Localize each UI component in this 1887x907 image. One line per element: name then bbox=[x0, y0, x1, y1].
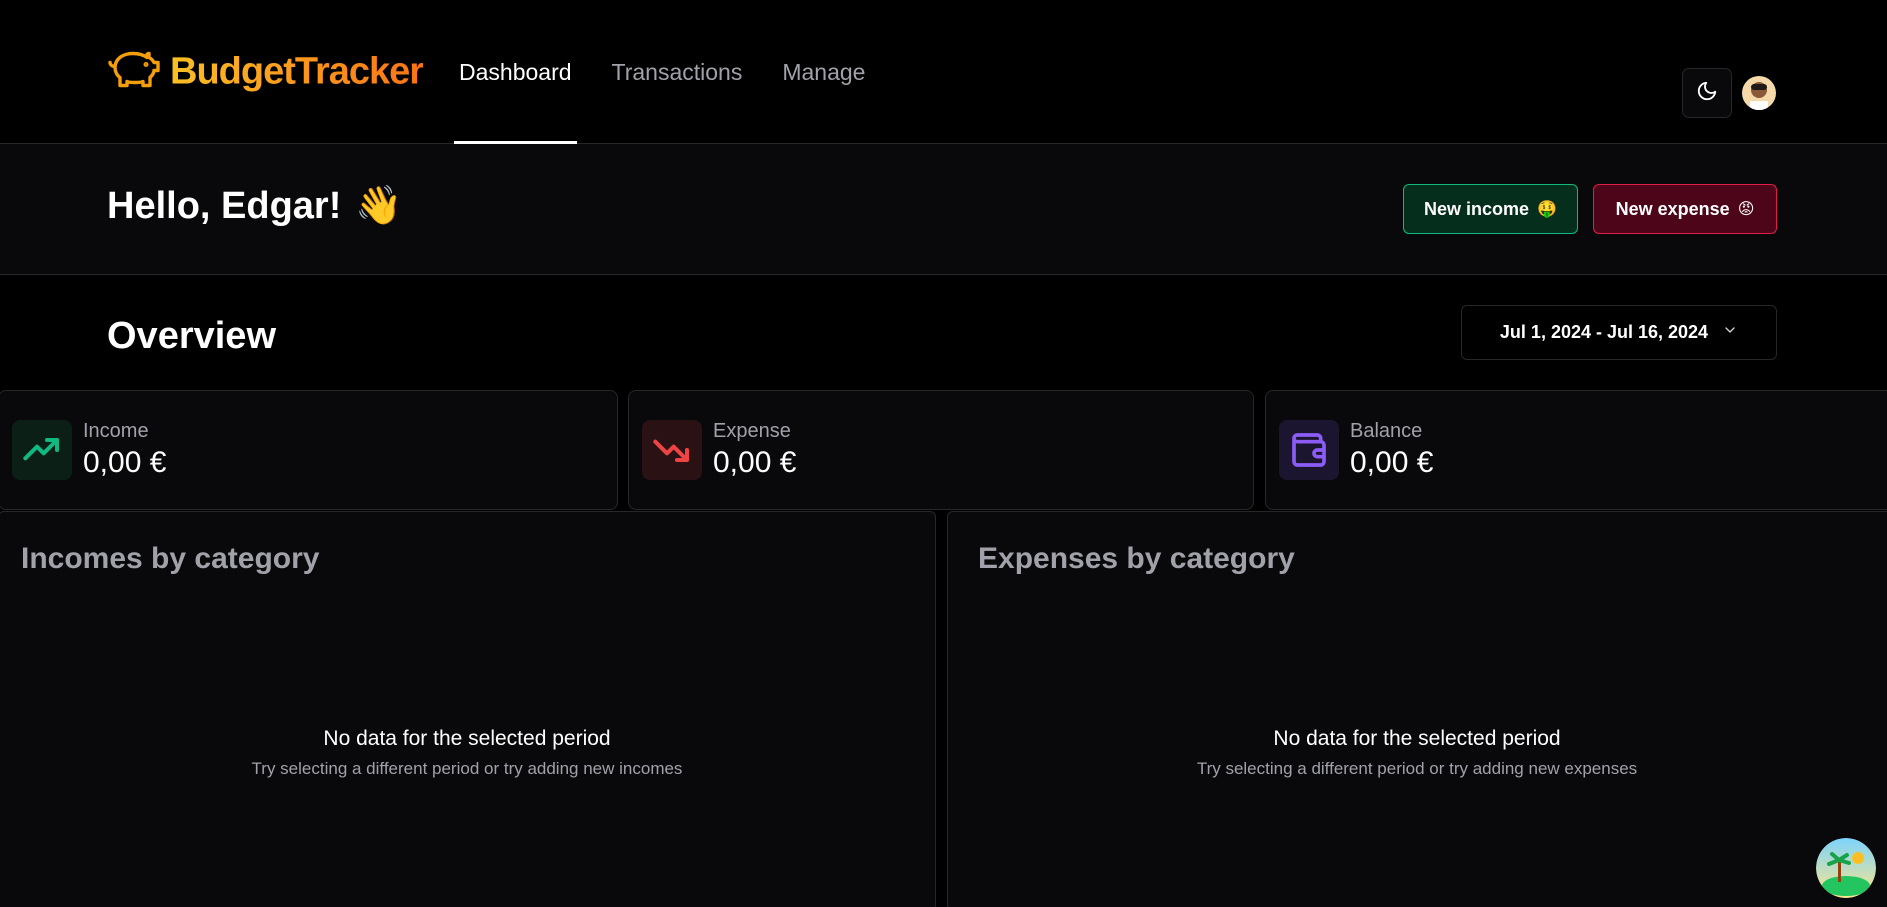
income-label: Income bbox=[83, 420, 149, 442]
greeting-bar: Hello, Edgar! 👋 New income 🤑 New expense… bbox=[0, 144, 1887, 275]
balance-stat-card: Balance 0,00 € bbox=[1265, 390, 1887, 510]
trending-up-icon bbox=[12, 420, 72, 480]
expenses-by-category-panel: Expenses by category No data for the sel… bbox=[947, 511, 1887, 907]
nav-transactions[interactable]: Transactions bbox=[607, 0, 748, 144]
money-face-emoji: 🤑 bbox=[1537, 201, 1557, 218]
navbar: BudgetTracker Dashboard Transactions Man… bbox=[0, 0, 1887, 144]
incomes-empty-subtitle: Try selecting a different period or try … bbox=[251, 759, 683, 778]
balance-value: 0,00 € bbox=[1350, 446, 1434, 479]
piggy-bank-icon bbox=[108, 48, 160, 97]
income-stat-card: Income 0,00 € bbox=[0, 390, 618, 510]
greeting: Hello, Edgar! 👋 bbox=[107, 184, 403, 228]
greeting-text: Hello, Edgar! bbox=[107, 184, 342, 227]
expenses-by-category-title: Expenses by category bbox=[978, 542, 1295, 575]
overview-title: Overview bbox=[107, 315, 276, 357]
trending-down-icon bbox=[642, 420, 702, 480]
date-range-label: Jul 1, 2024 - Jul 16, 2024 bbox=[1499, 322, 1709, 342]
incomes-empty-state: No data for the selected period Try sele… bbox=[0, 727, 935, 779]
nav-manage[interactable]: Manage bbox=[777, 0, 870, 144]
expense-value: 0,00 € bbox=[713, 446, 797, 479]
nav-dashboard[interactable]: Dashboard bbox=[454, 0, 577, 144]
new-expense-label: New expense bbox=[1615, 198, 1730, 219]
angry-face-emoji: 😡 bbox=[1737, 201, 1755, 218]
incomes-by-category-panel: Incomes by category No data for the sele… bbox=[0, 511, 936, 907]
new-expense-button[interactable]: New expense 😡 bbox=[1593, 184, 1777, 234]
new-income-label: New income bbox=[1424, 198, 1530, 219]
new-income-button[interactable]: New income 🤑 bbox=[1403, 184, 1578, 234]
theme-toggle-button[interactable] bbox=[1682, 68, 1732, 118]
expenses-empty-state: No data for the selected period Try sele… bbox=[948, 727, 1887, 779]
income-value: 0,00 € bbox=[83, 446, 167, 479]
balance-label: Balance bbox=[1350, 420, 1423, 442]
incomes-by-category-title: Incomes by category bbox=[21, 542, 320, 575]
expense-label: Expense bbox=[713, 420, 791, 442]
chevron-down-icon bbox=[1722, 322, 1738, 343]
expense-stat-card: Expense 0,00 € bbox=[628, 390, 1254, 510]
expenses-empty-subtitle: Try selecting a different period or try … bbox=[1196, 759, 1638, 778]
moon-icon bbox=[1696, 80, 1718, 107]
incomes-empty-title: No data for the selected period bbox=[323, 727, 611, 750]
logo[interactable]: BudgetTracker bbox=[108, 48, 424, 97]
expenses-empty-title: No data for the selected period bbox=[1273, 727, 1561, 750]
user-avatar[interactable] bbox=[1742, 76, 1776, 110]
wallet-icon bbox=[1279, 420, 1339, 480]
floating-island-badge[interactable] bbox=[1816, 838, 1876, 898]
nav-links: Dashboard Transactions Manage bbox=[454, 0, 900, 144]
logo-text: BudgetTracker bbox=[170, 50, 424, 93]
wave-emoji: 👋 bbox=[355, 185, 403, 227]
date-range-picker[interactable]: Jul 1, 2024 - Jul 16, 2024 bbox=[1461, 305, 1777, 360]
